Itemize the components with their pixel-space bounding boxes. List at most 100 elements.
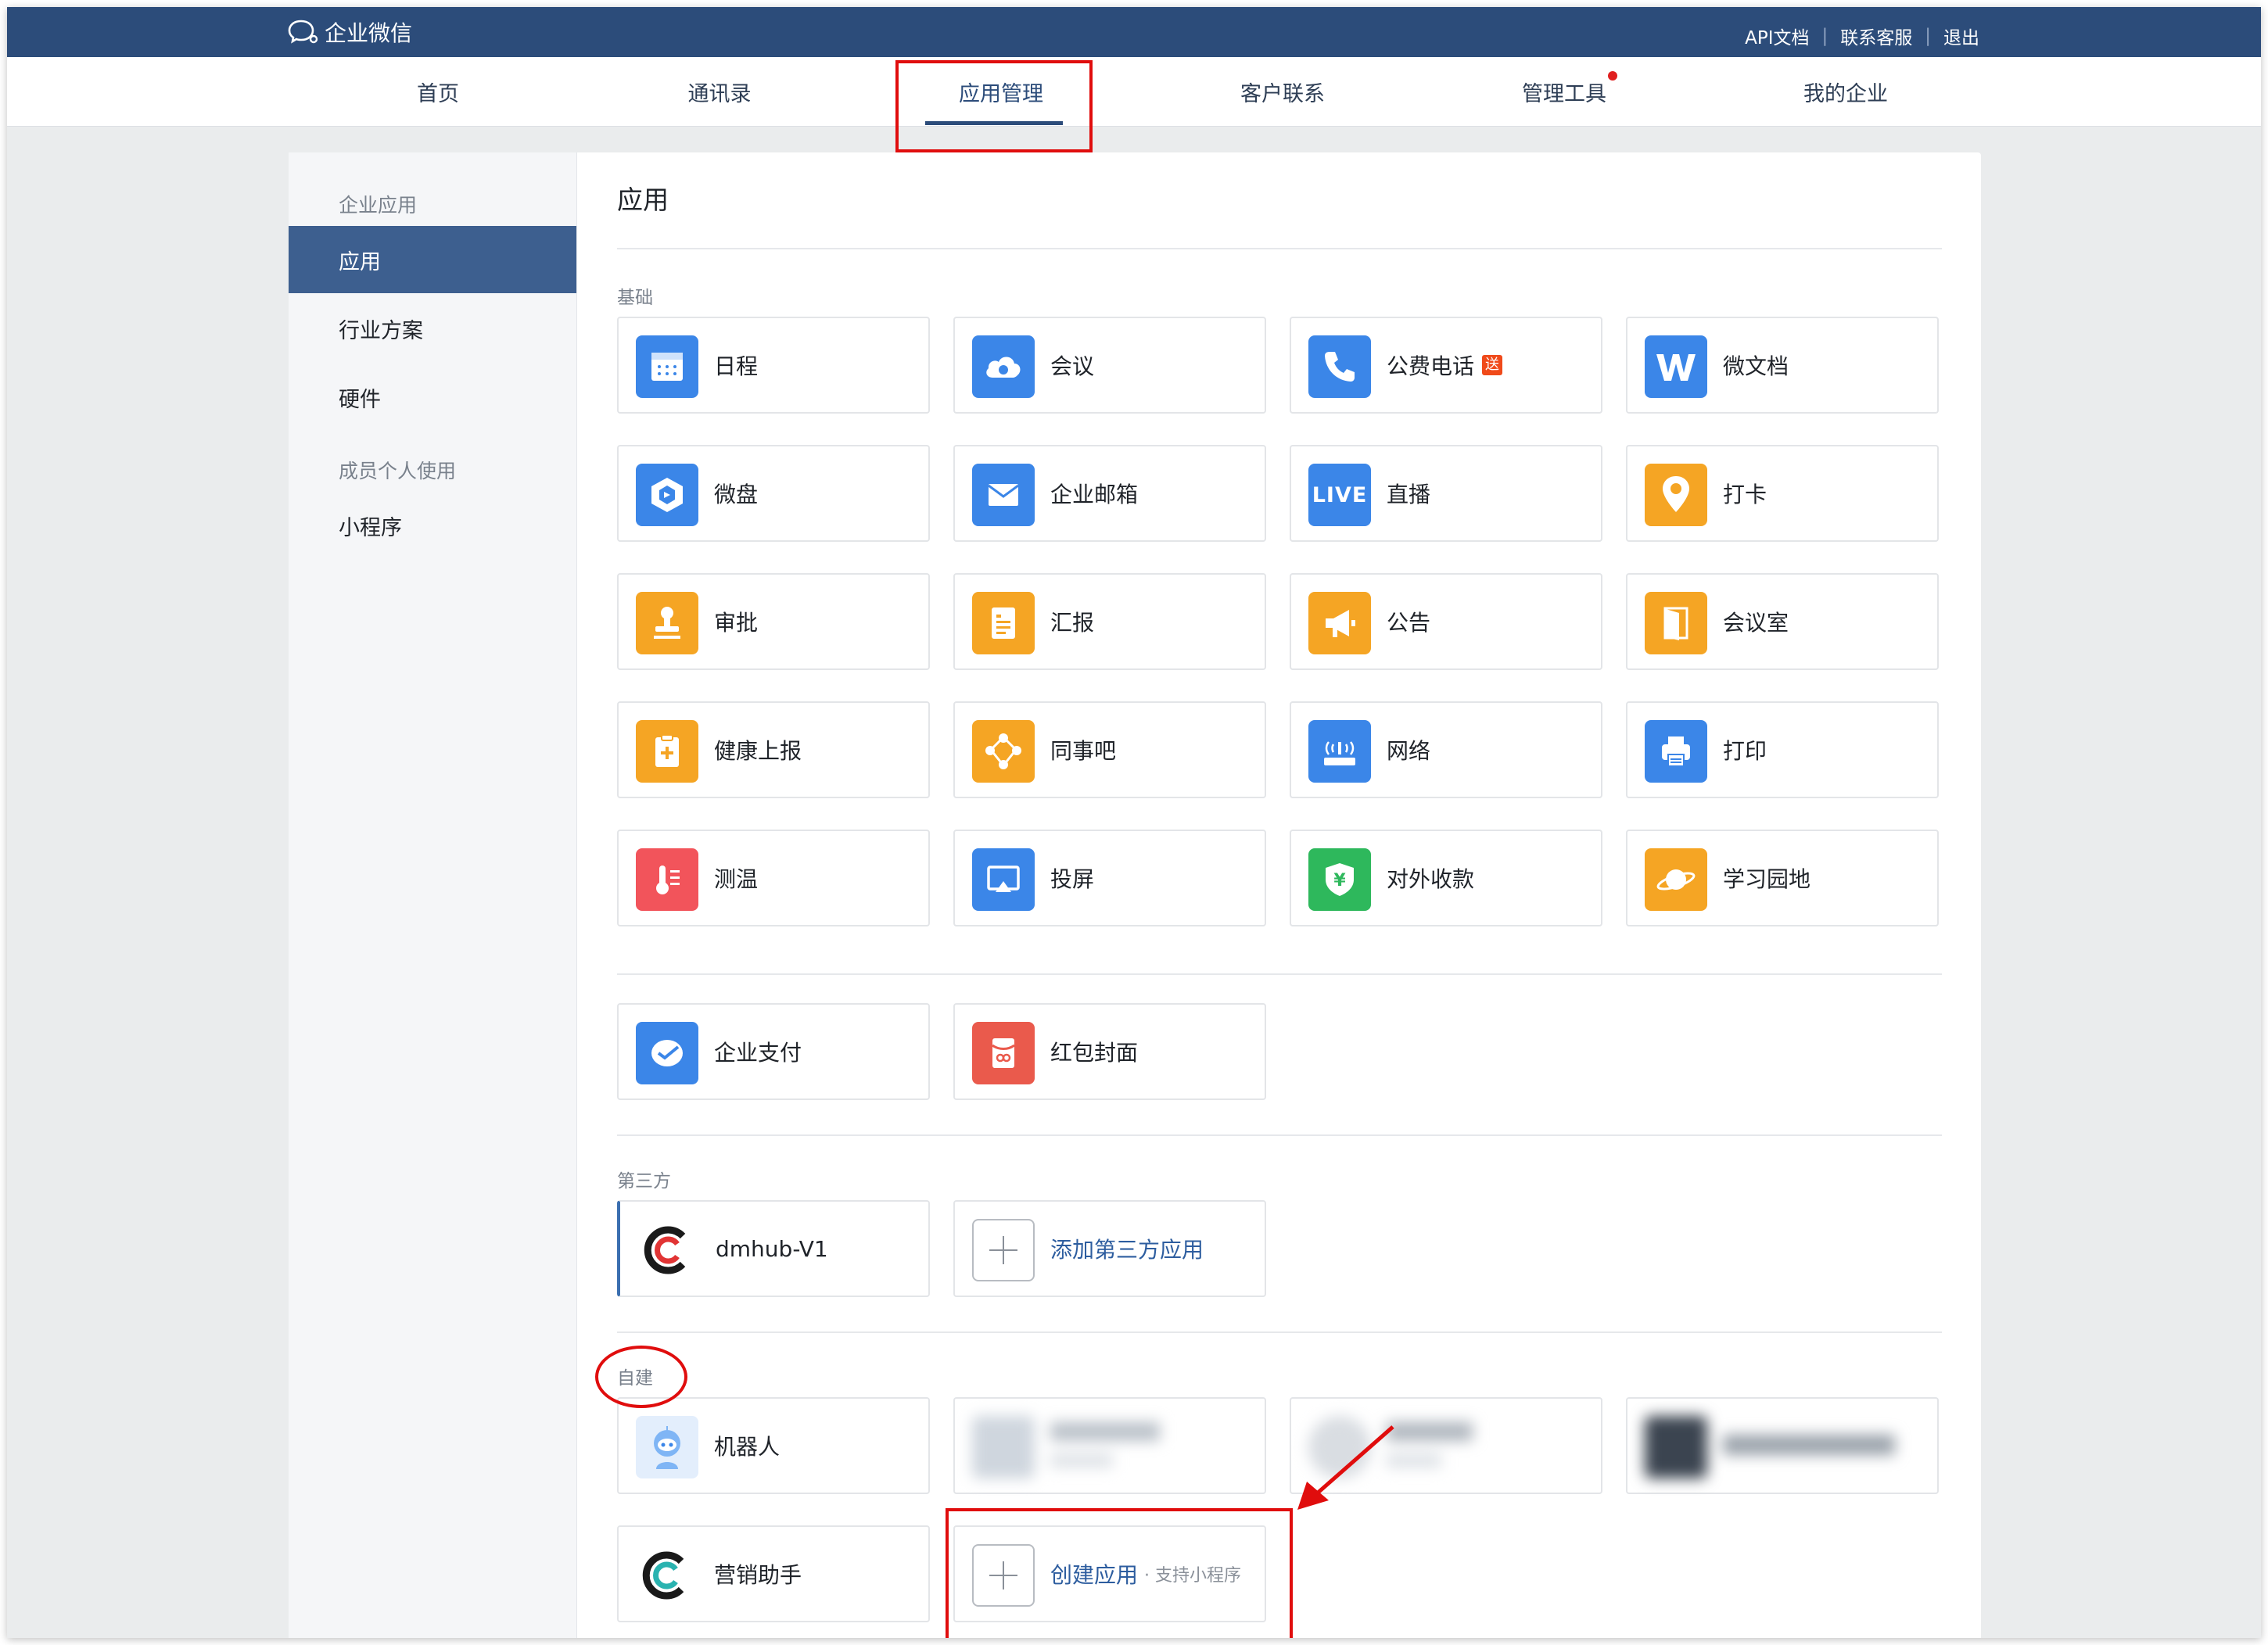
app-name: 打卡 (1723, 482, 1767, 507)
app-tile-meeting[interactable]: 会议 (953, 317, 1266, 414)
section-label-basic: 基础 (617, 288, 653, 308)
enterprise-pay-icon (636, 1022, 698, 1084)
tab-home[interactable]: 首页 (297, 57, 579, 126)
app-name: 会议室 (1723, 610, 1789, 636)
app-tile-drive[interactable]: 微盘 (617, 445, 930, 542)
page-title: 应用 (617, 185, 669, 215)
thermometer-icon (636, 848, 698, 911)
sidebar-section-enterprise-apps: 企业应用 (339, 194, 418, 217)
app-tile-live[interactable]: LIVE 直播 (1290, 445, 1602, 542)
screen-cast-icon (972, 848, 1035, 911)
cloud-meeting-icon (972, 335, 1035, 398)
top-bar: 企业微信 API文档 | 联系客服 | 退出 (7, 7, 2261, 57)
app-name: 测温 (714, 866, 759, 892)
location-pin-icon (1645, 464, 1707, 526)
support-link[interactable]: 联系客服 (1840, 23, 1912, 49)
sidebar-item-apps[interactable]: 应用 (289, 226, 576, 293)
annotation-oval (595, 1346, 687, 1408)
app-tile-announcement[interactable]: 公告 (1290, 573, 1602, 670)
robot-icon (636, 1416, 698, 1478)
logout-link[interactable]: 退出 (1943, 23, 1979, 49)
sidebar-item-hardware[interactable]: 硬件 (289, 364, 576, 431)
tab-management-tools[interactable]: 管理工具 (1423, 57, 1705, 126)
main-card: 企业应用 应用 行业方案 硬件 成员个人使用 小程序 应用 基础 日程 会议 公… (289, 152, 1981, 1638)
app-name: 企业支付 (714, 1040, 802, 1066)
app-name: 公告 (1387, 610, 1431, 636)
health-report-icon (636, 720, 698, 783)
annotation-box (946, 1508, 1293, 1638)
sidebar: 企业应用 应用 行业方案 硬件 成员个人使用 小程序 (289, 152, 577, 1638)
phone-icon (1308, 335, 1371, 398)
app-tile-approval[interactable]: 审批 (617, 573, 930, 670)
app-name: 微文档 (1723, 353, 1789, 379)
app-tile-colleague-bar[interactable]: 同事吧 (953, 701, 1266, 798)
app-tile-marketing-assistant[interactable]: 营销助手 (617, 1525, 930, 1622)
planet-icon (1645, 848, 1707, 911)
mail-icon (972, 464, 1035, 526)
app-tile-screen-cast[interactable]: 投屏 (953, 830, 1266, 926)
logo[interactable]: 企业微信 (287, 18, 412, 46)
app-name: 公费电话送 (1387, 318, 1503, 412)
app-name: 审批 (714, 610, 759, 636)
main-nav: 首页 通讯录 应用管理 客户联系 管理工具 我的企业 (7, 57, 2261, 127)
dmhub-logo-icon (637, 1219, 700, 1281)
tab-my-enterprise[interactable]: 我的企业 (1705, 57, 1986, 126)
app-tile-meeting-room[interactable]: 会议室 (1626, 573, 1939, 670)
top-links: API文档 | 联系客服 | 退出 (1745, 23, 1979, 49)
printer-icon (1645, 720, 1707, 783)
tab-customer-contact[interactable]: 客户联系 (1142, 57, 1423, 126)
app-tile-dmhub[interactable]: dmhub-V1 (617, 1200, 930, 1297)
api-docs-link[interactable]: API文档 (1745, 23, 1809, 49)
app-tile-checkin[interactable]: 打卡 (1626, 445, 1939, 542)
app-tile-public-phone[interactable]: 公费电话送 (1290, 317, 1602, 414)
app-name: 日程 (714, 353, 759, 379)
app-tile-schedule[interactable]: 日程 (617, 317, 930, 414)
app-name: 同事吧 (1050, 738, 1117, 764)
app-tile-report[interactable]: 汇报 (953, 573, 1266, 670)
logo-text: 企业微信 (325, 20, 413, 46)
drive-icon (636, 464, 698, 526)
divider: | (1821, 26, 1828, 46)
divider (617, 1134, 1942, 1136)
app-tile-network[interactable]: 网络 (1290, 701, 1602, 798)
app-tile-wedoc[interactable]: 微文档 (1626, 317, 1939, 414)
notification-dot (1608, 71, 1617, 81)
app-name-text: 公费电话 (1387, 353, 1475, 379)
payment-shield-icon: ¥ (1308, 848, 1371, 911)
app-tile-enterprise-pay[interactable]: 企业支付 (617, 1003, 930, 1100)
stamp-icon (636, 592, 698, 654)
add-third-party-app-button[interactable]: 添加第三方应用 (953, 1200, 1266, 1297)
wecom-logo-icon (288, 20, 318, 44)
app-tile-print[interactable]: 打印 (1626, 701, 1939, 798)
app-name: 微盘 (714, 482, 759, 507)
live-icon: LIVE (1308, 464, 1371, 526)
content-area: 应用 基础 日程 会议 公费电话送 微文档 微盘 企业邮箱 LIVE 直播 打卡… (576, 152, 1981, 1638)
divider (617, 248, 1942, 249)
app-name: 健康上报 (714, 738, 802, 764)
app-tile-robot[interactable]: 机器人 (617, 1397, 930, 1494)
community-icon (972, 720, 1035, 783)
divider: | (1925, 26, 1931, 46)
tab-contacts[interactable]: 通讯录 (579, 57, 860, 126)
highlight-box (895, 60, 1093, 152)
app-tile-health-report[interactable]: 健康上报 (617, 701, 930, 798)
app-name: dmhub-V1 (716, 1235, 828, 1262)
app-name: 投屏 (1050, 866, 1095, 892)
app-name: 营销助手 (714, 1562, 802, 1588)
app-tile-redacted[interactable] (1626, 1397, 1939, 1494)
app-name: 汇报 (1050, 610, 1095, 636)
red-packet-icon (972, 1022, 1035, 1084)
app-tile-mail[interactable]: 企业邮箱 (953, 445, 1266, 542)
app-tile-red-packet-cover[interactable]: 红包封面 (953, 1003, 1266, 1100)
app-name: 网络 (1387, 738, 1431, 764)
divider (617, 1331, 1942, 1333)
app-tile-learning[interactable]: 学习园地 (1626, 830, 1939, 926)
sidebar-item-mini-programs[interactable]: 小程序 (289, 492, 576, 559)
svg-text:¥: ¥ (1333, 871, 1346, 891)
app-tile-redacted[interactable] (953, 1397, 1266, 1494)
sidebar-item-industry-solutions[interactable]: 行业方案 (289, 295, 576, 362)
app-tile-temperature[interactable]: 测温 (617, 830, 930, 926)
sidebar-section-personal: 成员个人使用 (339, 460, 457, 482)
browser-viewport: 企业微信 API文档 | 联系客服 | 退出 首页 通讯录 应用管理 客户联系 … (7, 7, 2261, 1638)
app-tile-external-payment[interactable]: ¥ 对外收款 (1290, 830, 1602, 926)
